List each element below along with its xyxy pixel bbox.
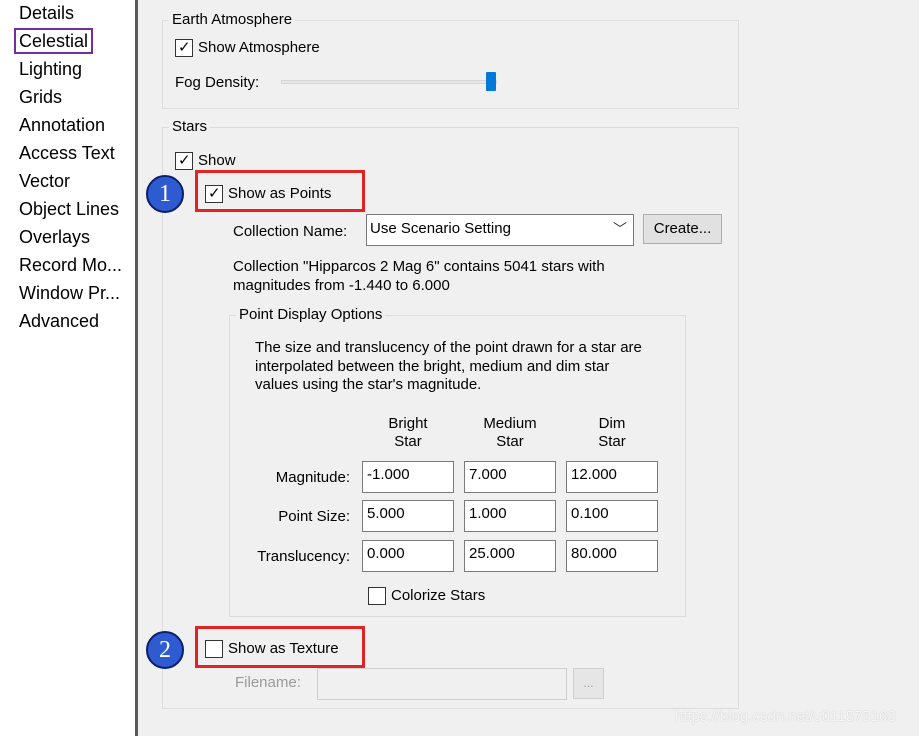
collection-info-line-1: Collection "Hipparcos 2 Mag 6" contains … [233, 258, 605, 275]
watermark-text: https://blog.csdn.net/u011575168 [675, 708, 896, 725]
description-line-1: The size and translucency of the point d… [255, 339, 642, 356]
nav-item-record-movie[interactable]: Record Mo... [19, 254, 122, 276]
earth-atmosphere-group [162, 20, 739, 109]
translucency-bright-input[interactable]: 0.000 [362, 540, 454, 572]
column-header-line-2: Star [598, 433, 626, 450]
show-atmosphere-checkbox[interactable]: ✓ [175, 39, 193, 57]
point-display-description: The size and translucency of the point d… [255, 339, 680, 395]
show-stars-checkbox[interactable]: ✓ [175, 152, 193, 170]
point-size-label: Point Size: [278, 508, 350, 525]
celestial-settings-panel: Earth Atmosphere ✓ Show Atmosphere Fog D… [138, 0, 919, 736]
column-header-bright-star: Bright Star [362, 415, 454, 451]
nav-item-access-text[interactable]: Access Text [19, 142, 115, 164]
stars-title: Stars [169, 118, 211, 136]
show-as-texture-checkbox[interactable] [205, 640, 223, 658]
show-atmosphere-label: Show Atmosphere [198, 39, 320, 56]
fog-density-slider-track[interactable] [281, 80, 497, 84]
magnitude-bright-input[interactable]: -1.000 [362, 461, 454, 493]
callout-badge-2: 2 [146, 631, 184, 669]
collection-name-value: Use Scenario Setting [370, 220, 511, 237]
point-size-dim-input[interactable]: 0.100 [566, 500, 658, 532]
nav-item-window-properties[interactable]: Window Pr... [19, 282, 120, 304]
magnitude-dim-input[interactable]: 12.000 [566, 461, 658, 493]
show-stars-label: Show [198, 152, 236, 169]
nav-item-details[interactable]: Details [19, 2, 74, 24]
collection-name-select[interactable]: Use Scenario Setting ﹀ [366, 214, 634, 246]
nav-item-grids[interactable]: Grids [19, 86, 62, 108]
filename-input[interactable] [317, 668, 567, 700]
magnitude-medium-input[interactable]: 7.000 [464, 461, 556, 493]
colorize-stars-label: Colorize Stars [391, 587, 486, 604]
checkmark-icon: ✓ [208, 185, 221, 202]
translucency-medium-input[interactable]: 25.000 [464, 540, 556, 572]
nav-item-advanced[interactable]: Advanced [19, 310, 99, 332]
magnitude-label: Magnitude: [275, 469, 350, 486]
column-header-line-2: Star [394, 433, 422, 450]
nav-item-overlays[interactable]: Overlays [19, 226, 90, 248]
translucency-label: Translucency: [257, 548, 350, 565]
column-header-line-1: Medium [483, 415, 537, 432]
column-header-medium-star: Medium Star [464, 415, 556, 451]
category-nav: Details Celestial Lighting Grids Annotat… [0, 0, 136, 736]
collection-name-label: Collection Name: [233, 223, 348, 240]
show-as-points-label: Show as Points [228, 185, 332, 202]
collection-info-text: Collection "Hipparcos 2 Mag 6" contains … [233, 258, 733, 295]
fog-density-label: Fog Density: [175, 74, 260, 91]
browse-filename-button[interactable]: ... [573, 668, 604, 699]
point-size-medium-input[interactable]: 1.000 [464, 500, 556, 532]
nav-item-annotation[interactable]: Annotation [19, 114, 105, 136]
chevron-down-icon: ﹀ [613, 221, 627, 237]
checkmark-icon: ✓ [178, 152, 191, 169]
nav-item-object-lines[interactable]: Object Lines [19, 198, 119, 220]
column-header-line-1: Dim [598, 415, 626, 432]
translucency-dim-input[interactable]: 80.000 [566, 540, 658, 572]
callout-badge-1: 1 [146, 175, 184, 213]
colorize-stars-checkbox[interactable] [368, 587, 386, 605]
show-as-texture-label: Show as Texture [228, 640, 339, 657]
column-header-line-2: Star [496, 433, 524, 450]
create-collection-button[interactable]: Create... [643, 214, 722, 244]
description-line-3: values using the star's magnitude. [255, 376, 482, 393]
nav-item-lighting[interactable]: Lighting [19, 58, 82, 80]
show-as-points-checkbox[interactable]: ✓ [205, 185, 223, 203]
column-header-line-1: Bright [388, 415, 428, 432]
checkmark-icon: ✓ [178, 39, 191, 56]
nav-item-celestial[interactable]: Celestial [13, 28, 94, 54]
collection-info-line-2: magnitudes from -1.440 to 6.000 [233, 276, 450, 294]
column-header-dim-star: Dim Star [566, 415, 658, 451]
nav-item-vector[interactable]: Vector [19, 170, 70, 192]
description-line-2: interpolated between the bright, medium … [255, 357, 610, 375]
earth-atmosphere-title: Earth Atmosphere [169, 11, 296, 29]
point-display-options-title: Point Display Options [236, 306, 386, 324]
fog-density-slider-thumb[interactable] [486, 72, 496, 91]
point-size-bright-input[interactable]: 5.000 [362, 500, 454, 532]
filename-label: Filename: [235, 674, 301, 691]
